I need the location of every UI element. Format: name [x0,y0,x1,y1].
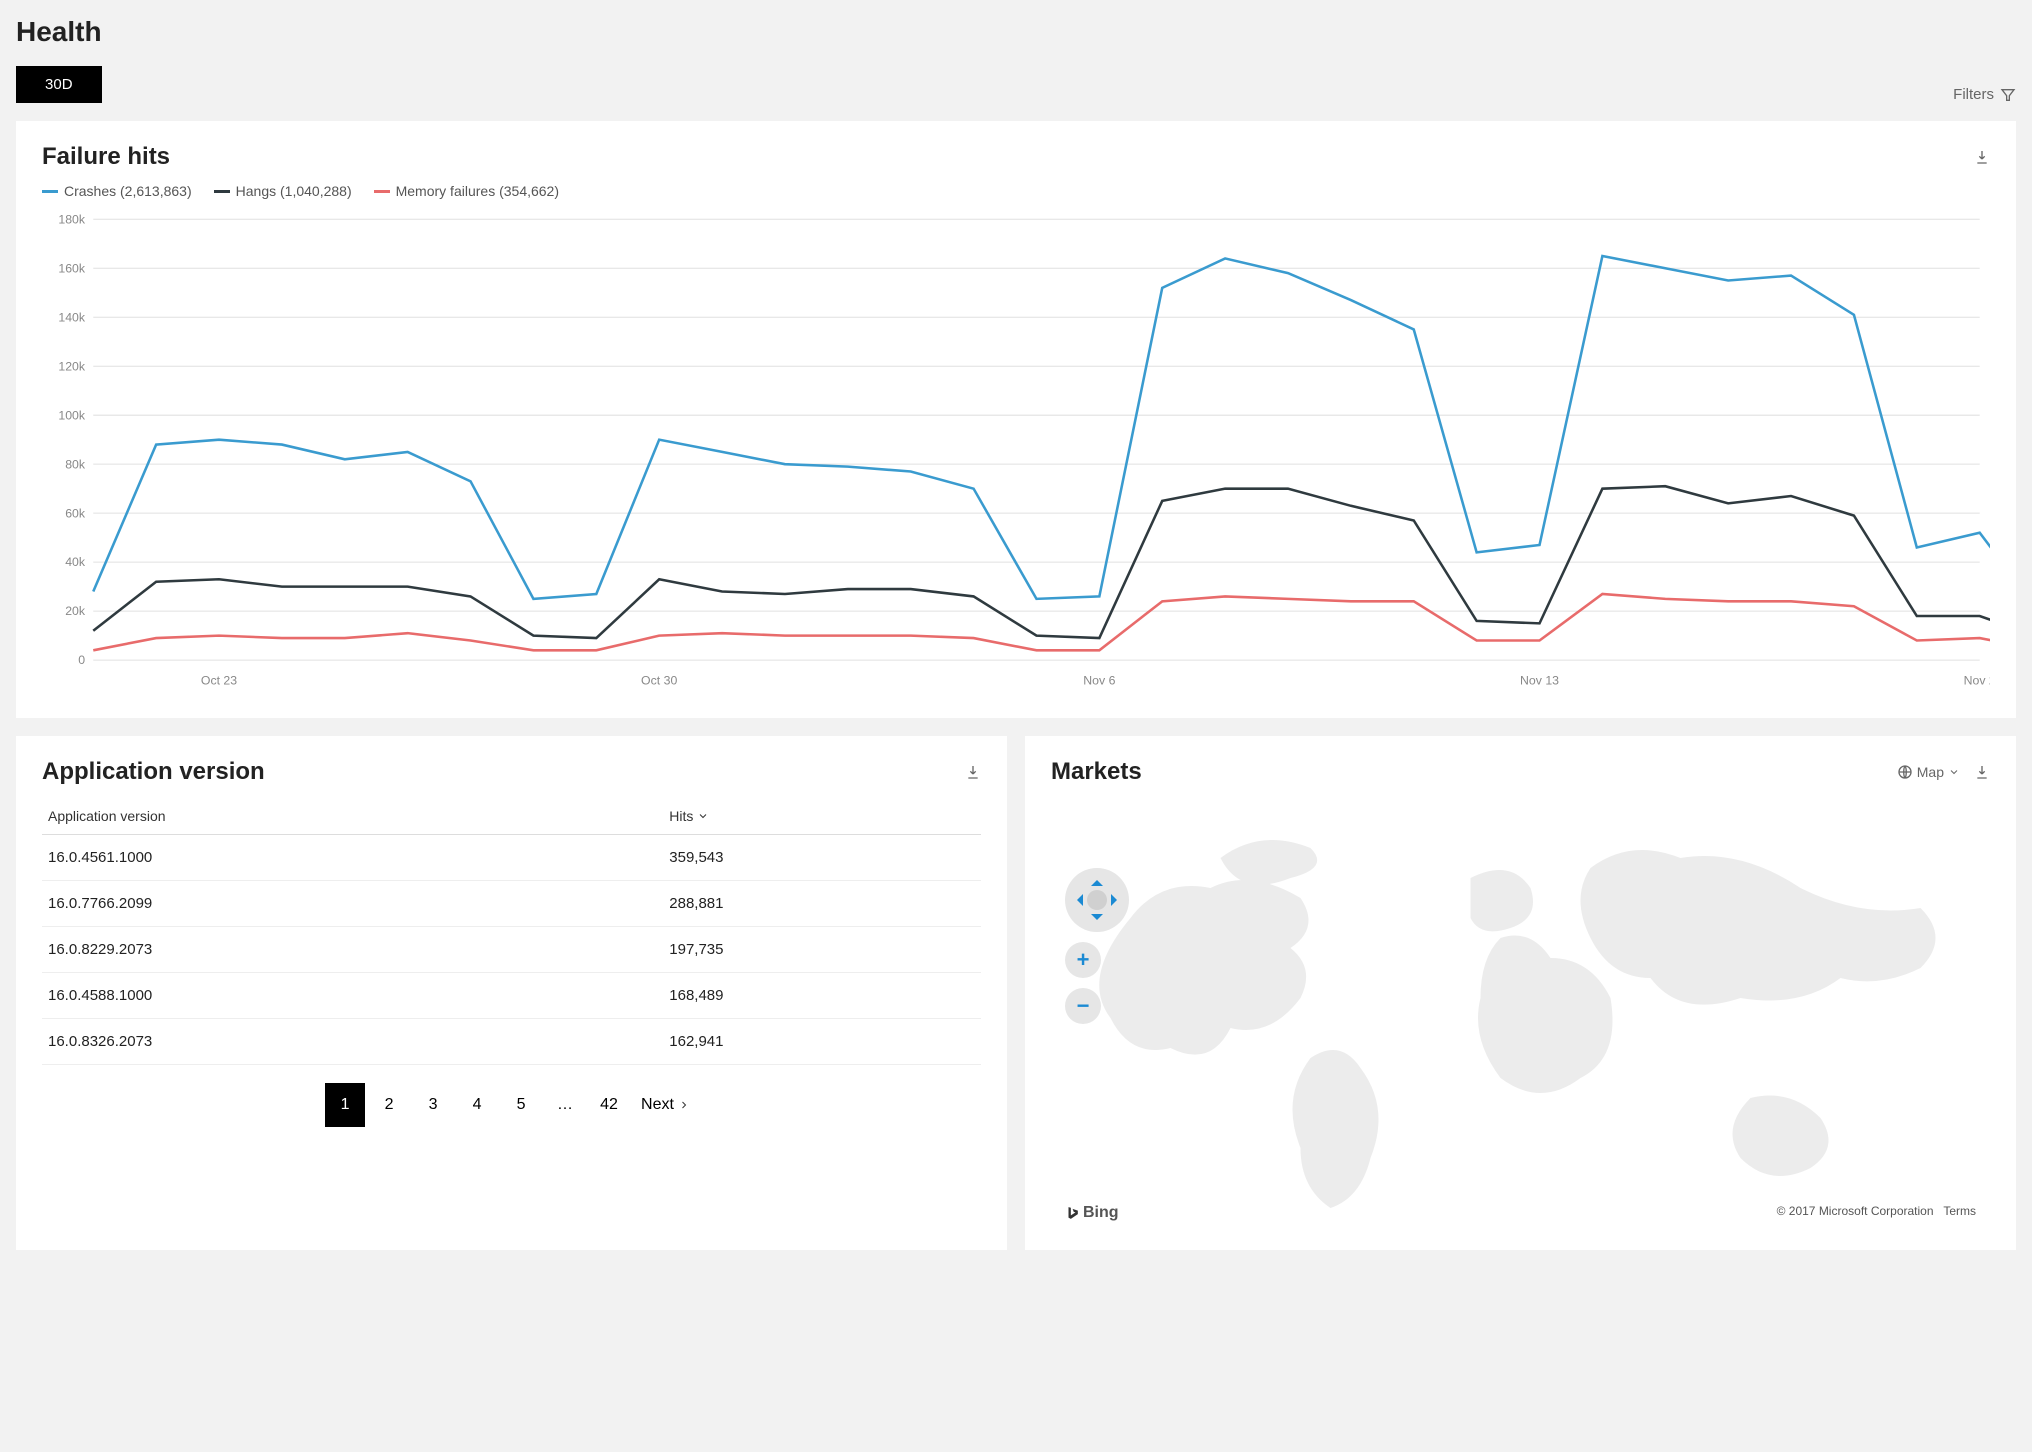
download-icon [1974,764,1990,780]
page-button[interactable]: 42 [589,1083,629,1127]
pan-left-icon[interactable] [1071,894,1083,906]
svg-text:140k: 140k [58,310,86,324]
svg-text:0: 0 [78,653,85,667]
table-row[interactable]: 16.0.4561.1000359,543 [42,834,981,880]
download-icon [1974,149,1990,165]
legend-label: Hangs (1,040,288) [236,183,352,199]
failure-hits-title: Failure hits [42,143,170,171]
page-button[interactable]: 4 [457,1083,497,1127]
bing-icon [1065,1204,1079,1222]
table-row[interactable]: 16.0.8326.2073162,941 [42,1018,981,1064]
download-button[interactable] [965,764,981,780]
legend-item[interactable]: Memory failures (354,662) [374,183,559,199]
globe-icon [1897,764,1913,780]
cell-hits: 197,735 [663,926,981,972]
markets-card: Markets Map [1025,736,2016,1250]
filter-icon [2000,87,2016,103]
svg-text:Nov 13: Nov 13 [1520,674,1559,688]
cell-hits: 162,941 [663,1018,981,1064]
next-button[interactable]: Next [633,1083,698,1127]
legend-label: Memory failures (354,662) [396,183,559,199]
cell-hits: 288,881 [663,880,981,926]
legend-item[interactable]: Hangs (1,040,288) [214,183,352,199]
filters-label: Filters [1953,86,1994,103]
svg-text:Oct 23: Oct 23 [201,674,237,688]
failure-hits-chart[interactable]: 0 20k 40k 60k 80k 100k 120k 140k 160k 180k Oct 23 O… [42,209,1990,691]
series-line [93,594,1990,650]
map-area[interactable]: + − Bing © 2017 Microsoft Corporation Te… [1051,798,1990,1228]
pan-control[interactable] [1065,868,1129,932]
download-button[interactable] [1974,149,1990,165]
legend-swatch [42,190,58,193]
pan-center-icon [1087,890,1107,910]
page-button[interactable]: 5 [501,1083,541,1127]
legend-item[interactable]: Crashes (2,613,863) [42,183,192,199]
download-button[interactable] [1974,764,1990,780]
svg-text:60k: 60k [65,506,86,520]
svg-text:Nov 6: Nov 6 [1083,674,1115,688]
col-hits[interactable]: Hits [663,798,981,835]
cell-version: 16.0.8326.2073 [42,1018,663,1064]
legend-label: Crashes (2,613,863) [64,183,192,199]
pan-right-icon[interactable] [1111,894,1123,906]
svg-text:Oct 30: Oct 30 [641,674,677,688]
svg-text:20k: 20k [65,604,86,618]
app-version-card: Application version Application version … [16,736,1007,1250]
map-label: Map [1917,764,1944,780]
chevron-right-icon [678,1099,690,1111]
world-map [1051,798,1990,1228]
col-version[interactable]: Application version [42,798,663,835]
app-version-table: Application version Hits 16.0.4561.10003… [42,798,981,1065]
chart-legend: Crashes (2,613,863) Hangs (1,040,288) Memo… [42,183,1990,199]
table-row[interactable]: 16.0.8229.2073197,735 [42,926,981,972]
page-button[interactable]: 1 [325,1083,365,1127]
svg-text:100k: 100k [58,408,86,422]
table-row[interactable]: 16.0.4588.1000168,489 [42,972,981,1018]
table-row[interactable]: 16.0.7766.2099288,881 [42,880,981,926]
failure-hits-card: Failure hits Crashes (2,613,863) Hangs (1… [16,121,2016,718]
legend-swatch [214,190,230,193]
cell-hits: 359,543 [663,834,981,880]
cell-version: 16.0.8229.2073 [42,926,663,972]
pan-down-icon[interactable] [1091,914,1103,926]
page-button[interactable]: 2 [369,1083,409,1127]
markets-title: Markets [1051,758,1142,786]
legend-swatch [374,190,390,193]
page-ellipsis: … [545,1083,585,1127]
chevron-down-icon [1948,766,1960,778]
page-button[interactable]: 3 [413,1083,453,1127]
cell-version: 16.0.7766.2099 [42,880,663,926]
svg-text:160k: 160k [58,261,86,275]
time-range-button[interactable]: 30D [16,66,102,103]
map-copyright: © 2017 Microsoft Corporation [1777,1204,1934,1218]
bing-logo: Bing [1065,1204,1119,1222]
svg-text:Nov 2: Nov 2 [1964,674,1990,688]
cell-version: 16.0.4561.1000 [42,834,663,880]
svg-text:120k: 120k [58,359,86,373]
svg-text:40k: 40k [65,555,86,569]
map-view-button[interactable]: Map [1897,764,1960,780]
filters-button[interactable]: Filters [1953,86,2016,103]
zoom-out-button[interactable]: − [1065,988,1101,1024]
svg-text:80k: 80k [65,457,86,471]
pagination: 12345…42Next [42,1083,981,1127]
cell-hits: 168,489 [663,972,981,1018]
cell-version: 16.0.4588.1000 [42,972,663,1018]
app-version-title: Application version [42,758,265,786]
zoom-in-button[interactable]: + [1065,942,1101,978]
terms-link[interactable]: Terms [1943,1204,1976,1218]
download-icon [965,764,981,780]
pan-up-icon[interactable] [1091,874,1103,886]
sort-desc-icon [697,810,709,822]
svg-text:180k: 180k [58,212,86,226]
col-hits-label: Hits [669,808,693,824]
page-title: Health [16,16,102,48]
